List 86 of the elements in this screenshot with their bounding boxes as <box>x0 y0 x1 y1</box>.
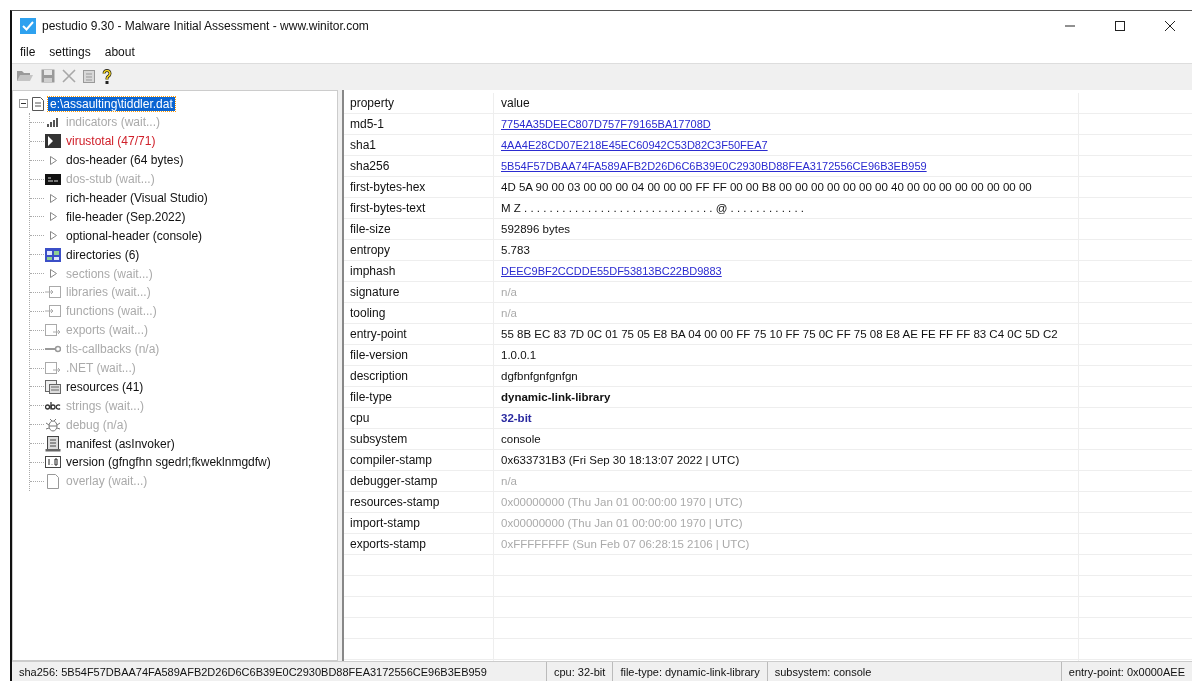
triangle-icon <box>49 269 57 279</box>
save-icon[interactable] <box>41 69 55 83</box>
tree-item[interactable]: dos-header (64 bytes) <box>66 153 184 168</box>
table-cell: md5-1 <box>344 114 494 134</box>
tree-item[interactable]: version (gfngfhn sgedrl;fkweklnmgdfw) <box>66 455 271 470</box>
status-text: entry-point: 0x0000AEE <box>1060 662 1192 681</box>
table-cell: file-size <box>344 219 494 239</box>
table-cell: file-version <box>344 345 494 365</box>
table-cell: cpu <box>344 408 494 428</box>
table-cell: first-bytes-text <box>344 198 494 218</box>
tree-item[interactable]: file-header (Sep.2022) <box>66 209 186 224</box>
bar-chart-icon <box>47 117 59 128</box>
tree-item[interactable]: e:\assaulting\tiddler.dat <box>48 96 175 111</box>
cross-icon[interactable] <box>62 69 76 83</box>
help-icon[interactable] <box>102 68 112 84</box>
tree-item[interactable]: rich-header (Visual Studio) <box>66 191 208 205</box>
tree-item[interactable]: optional-header (console) <box>66 228 203 243</box>
table-cell: 0x633731B3 (Fri Sep 30 18:13:07 2022 | UTC) <box>501 454 740 466</box>
table-cell: 0xFFFFFFFF (Sun Feb 07 06:28:15 2106 | UTC) <box>501 538 750 550</box>
status-text: subsystem: console <box>766 662 879 681</box>
chevron-icon <box>45 134 61 149</box>
tree-item[interactable]: virustotal (47/71) <box>66 134 156 149</box>
status-text: sha256: 5B54F57DBAA74FA589AFB2D26D6C6B39E0C2930BD88FEA3172556CE96B3EB959 <box>18 665 488 680</box>
resources-icon <box>45 379 61 394</box>
tree-item[interactable]: manifest (asInvoker) <box>66 436 175 451</box>
table-cell: dynamic-link-library <box>501 391 611 403</box>
table-cell: file-type <box>344 387 494 407</box>
table-cell: 1.0.0.1 <box>501 349 537 361</box>
table-cell: 0x00000000 (Thu Jan 01 00:00:00 1970 | UTC) <box>501 517 743 529</box>
table-cell: signature <box>344 282 494 302</box>
hash-link[interactable]: 5B54F57DBAA74FA589AFB2D26D6C6B39E0C2930BD88FEA3172556CE96B3EB959 <box>501 160 927 172</box>
table-icon <box>45 247 61 262</box>
table-cell: entry-point <box>344 324 494 344</box>
table-cell: 4D 5A 90 00 03 00 00 00 04 00 00 00 FF FF 00 00 B8 00 00 00 00 00 00 00 40 00 00 00 00 00 00 00 00 <box>501 181 1032 193</box>
status-text: cpu: 32-bit <box>546 662 613 681</box>
table-cell: sha1 <box>344 135 494 155</box>
file-icon <box>32 96 44 111</box>
column-header[interactable]: property <box>344 93 494 113</box>
status-text: file-type: dynamic-link-library <box>612 662 767 681</box>
table-cell: exports-stamp <box>344 534 494 554</box>
tree-item[interactable]: directories (6) <box>66 247 140 262</box>
page-icon <box>47 473 59 489</box>
table-cell: description <box>344 366 494 386</box>
table-cell: n/a <box>501 307 517 319</box>
menu-item[interactable]: about <box>102 44 137 60</box>
tree-item[interactable]: resources (41) <box>66 379 144 394</box>
table-cell: console <box>501 433 541 445</box>
table-cell: 55 8B EC 83 7D 0C 01 75 05 E8 BA 04 00 00 FF 75 10 FF 75 0C FF 75 08 E8 AE FE FF FF 83 C4 0C 5D C2 <box>501 328 1058 340</box>
triangle-icon <box>49 155 57 165</box>
table-cell: first-bytes-hex <box>344 177 494 197</box>
table-cell: 592896 bytes <box>501 223 571 235</box>
menu-item[interactable]: settings <box>47 44 93 60</box>
menu-item[interactable]: file <box>18 44 38 60</box>
table-cell: n/a <box>501 475 517 487</box>
abc-icon <box>45 401 61 410</box>
table-cell: debugger-stamp <box>344 471 494 491</box>
maximize-icon[interactable] <box>1114 20 1126 32</box>
version-icon <box>45 456 61 469</box>
document-icon <box>45 435 61 452</box>
table-cell: entropy <box>344 240 494 260</box>
table-cell: dgfbnfgnfgnfgn <box>501 370 578 382</box>
table-cell: compiler-stamp <box>344 450 494 470</box>
hash-link[interactable]: DEEC9BF2CCDDE55DF53813BC22BD9883 <box>501 265 722 277</box>
column-header[interactable]: value <box>494 93 1079 113</box>
hash-link[interactable]: 7754A35DEEC807D757F79165BA17708D <box>501 118 711 130</box>
console-icon <box>45 173 61 185</box>
collapse-icon[interactable] <box>19 99 28 108</box>
close-icon[interactable] <box>1164 20 1176 32</box>
table-cell: 0x00000000 (Thu Jan 01 00:00:00 1970 | UTC) <box>501 496 743 508</box>
table-cell: tooling <box>344 303 494 323</box>
checkbox-app-icon <box>20 18 36 34</box>
window-title: pestudio 9.30 - Malware Initial Assessment - www.winitor.com <box>42 19 369 33</box>
clipboard-icon[interactable] <box>83 69 95 83</box>
table-cell: resources-stamp <box>344 492 494 512</box>
table-cell: n/a <box>501 286 517 298</box>
table-cell: subsystem <box>344 429 494 449</box>
table-cell: imphash <box>344 261 494 281</box>
table-cell: sha256 <box>344 156 494 176</box>
table-cell: import-stamp <box>344 513 494 533</box>
bug-icon <box>45 416 61 433</box>
table-cell: 5.783 <box>501 244 530 256</box>
open-folder-icon[interactable] <box>16 69 34 83</box>
table-cell: 32-bit <box>501 412 532 424</box>
hash-link[interactable]: 4AA4E28CD07E218E45EC60942C53D82C3F50FEA7 <box>501 139 768 151</box>
table-cell: M Z . . . . . . . . . . . . . . . . . . . . . . . . . . . . . . @ . . . . . . . . . . . . <box>501 202 805 214</box>
key-icon <box>45 345 61 354</box>
